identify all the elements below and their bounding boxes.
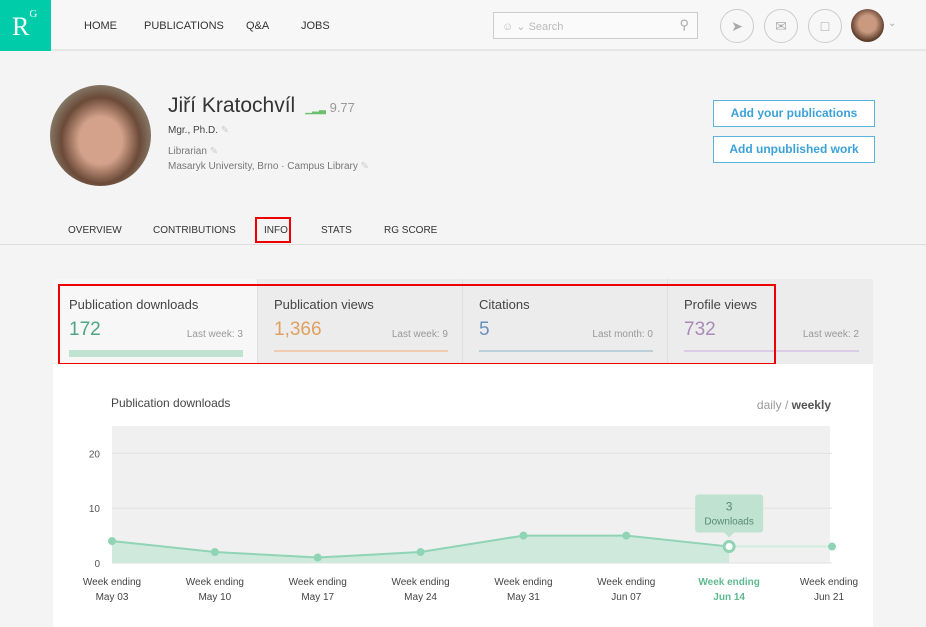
y-tick-label: 10 bbox=[89, 504, 101, 515]
tooltip-value: 3 bbox=[726, 500, 733, 514]
x-tick-label: Week ending bbox=[800, 577, 858, 588]
data-point-highlight bbox=[722, 540, 736, 554]
data-point bbox=[622, 531, 631, 540]
x-tick-label: May 24 bbox=[404, 592, 437, 603]
x-tick-label: Jun 21 bbox=[814, 592, 844, 603]
x-tick-label: Week ending bbox=[391, 577, 449, 588]
data-point bbox=[828, 542, 836, 551]
y-tick-label: 0 bbox=[94, 559, 100, 570]
x-tick-label: Jun 07 bbox=[611, 592, 641, 603]
x-tick-label: May 31 bbox=[507, 592, 540, 603]
x-tick-label: Jun 14 bbox=[713, 592, 745, 603]
data-point bbox=[416, 548, 425, 557]
downloads-chart: 0 10 20 Week ending May 03 Week ending May 10 W… bbox=[83, 426, 858, 603]
x-tick-label: May 03 bbox=[96, 592, 129, 603]
x-tick-label: May 17 bbox=[301, 592, 334, 603]
tooltip-label: Downloads bbox=[704, 517, 753, 528]
x-tick-label: Week ending bbox=[83, 577, 141, 588]
x-tick-label: Week ending bbox=[494, 577, 552, 588]
x-tick-label: Week ending bbox=[698, 577, 760, 588]
x-tick-label: Week ending bbox=[289, 577, 347, 588]
plot-area bbox=[112, 426, 830, 563]
x-tick-label: Week ending bbox=[597, 577, 655, 588]
data-point bbox=[519, 531, 528, 540]
y-tick-label: 20 bbox=[89, 449, 101, 460]
x-tick-label: May 10 bbox=[198, 592, 231, 603]
data-point bbox=[108, 537, 116, 546]
data-point bbox=[313, 553, 322, 562]
x-tick-label: Week ending bbox=[186, 577, 244, 588]
data-point bbox=[210, 548, 219, 557]
